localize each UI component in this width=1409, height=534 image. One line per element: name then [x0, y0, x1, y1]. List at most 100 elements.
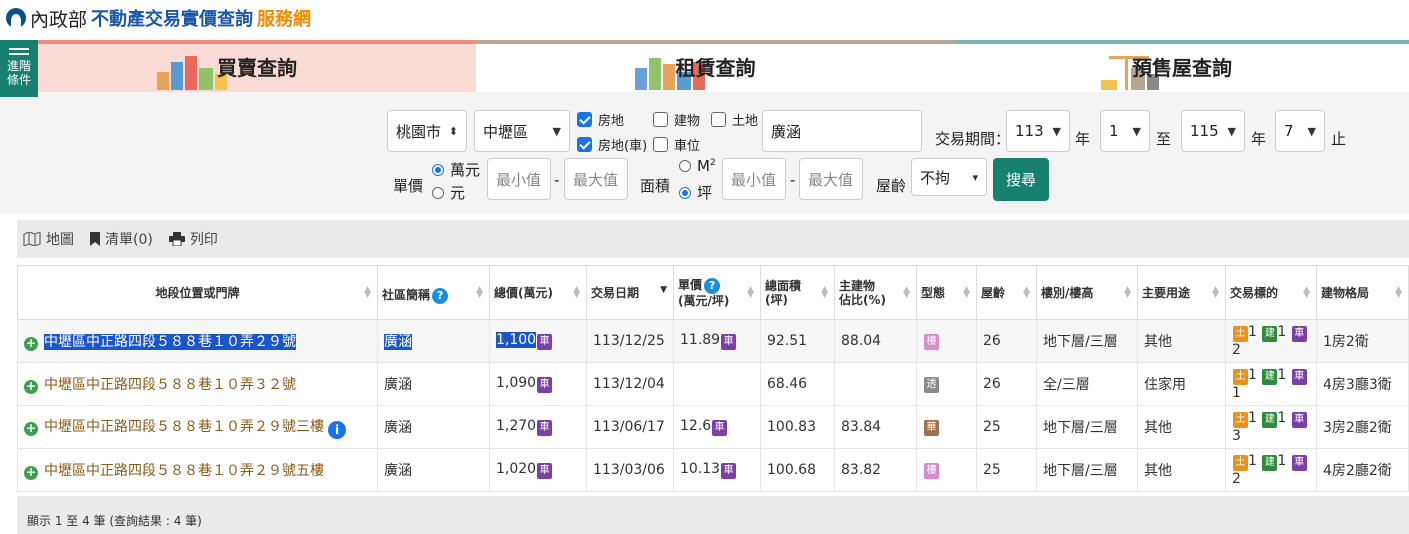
use-cell: 其他: [1137, 405, 1226, 449]
building-type-badge: 透: [924, 377, 939, 393]
floor-cell: 地下層/三層: [1036, 448, 1138, 492]
date-cell: 113/06/17: [586, 405, 674, 449]
from-year-select[interactable]: 113 ▼: [1006, 110, 1070, 152]
target-cell: 土1 建1 車2: [1225, 319, 1317, 363]
checkbox-house-land[interactable]: 房地: [577, 110, 624, 129]
to-year-select[interactable]: 115 ▼: [1181, 110, 1245, 152]
info-icon[interactable]: i: [328, 420, 346, 439]
search-button[interactable]: 搜尋: [993, 158, 1049, 201]
tab-rent[interactable]: 租賃查詢: [476, 40, 955, 92]
table-row[interactable]: + 中壢區中正路四段５８８巷１０弄３２號 廣涵 1,090 車 113/12/04 68.4…: [17, 362, 1409, 406]
printer-icon: [168, 232, 185, 246]
col-floor[interactable]: 樓別/樓高 ▲ ▼: [1036, 265, 1138, 320]
area-cell: 92.51: [760, 319, 835, 363]
price-min-input[interactable]: 最小值: [487, 158, 551, 200]
car-tag-icon: 車: [1291, 326, 1307, 342]
age-cell: 26: [976, 362, 1037, 406]
radio-unit-yuan[interactable]: 元: [432, 182, 465, 203]
results-table: 地段位置或門牌 ▲ ▼ 社區簡稱? ▲ ▼ 總價(萬元) ▲ ▼ 交易日期 ▼ 單價? (萬元/…: [17, 265, 1409, 492]
use-cell: 其他: [1137, 319, 1226, 363]
community-cell: 廣涵: [384, 334, 412, 350]
help-icon[interactable]: ?: [432, 288, 449, 304]
table-row[interactable]: + 中壢區中正路四段５８８巷１０弄２９號三樓 i 廣涵 1,270 車 113/06/17 1…: [17, 405, 1409, 449]
bookmark-icon: [90, 232, 100, 246]
checkbox-parking[interactable]: 車位: [653, 135, 700, 154]
tab-sale[interactable]: 買賣查詢: [38, 40, 476, 92]
site-logo[interactable]: 內政部 不動產交易實價查詢 服務網: [6, 4, 311, 32]
col-type[interactable]: 型態 ▲ ▼: [916, 265, 977, 320]
print-button[interactable]: 列印: [168, 229, 218, 249]
total-price-cell: 1,270: [496, 418, 537, 434]
total-price-cell: 1,020: [496, 461, 537, 477]
from-month-select[interactable]: 1 ▼: [1100, 110, 1150, 152]
layout-cell: 1房2衛: [1316, 319, 1409, 363]
radio-area-m2[interactable]: M2: [679, 157, 716, 175]
date-cell: 113/03/06: [586, 448, 674, 492]
area-cell: 100.68: [760, 448, 835, 492]
checkbox-house-land-car[interactable]: 房地(車): [577, 135, 647, 154]
tab-presale[interactable]: 預售屋查詢: [955, 40, 1409, 92]
unit-price-cell: 11.89 車: [673, 319, 761, 363]
checkbox-land[interactable]: 土地: [711, 110, 758, 129]
community-input[interactable]: 廣涵: [762, 110, 922, 152]
car-tag-icon: 車: [537, 334, 553, 350]
col-age[interactable]: 屋齡 ▲ ▼: [976, 265, 1037, 320]
layout-cell: 4房3廳3衛: [1316, 362, 1409, 406]
community-cell: 廣涵: [384, 420, 412, 436]
expand-icon[interactable]: +: [24, 421, 38, 436]
advanced-filter-button[interactable]: 進階 條件: [0, 40, 38, 97]
area-cell: 68.46: [760, 362, 835, 406]
address-cell[interactable]: + 中壢區中正路四段５８８巷１０弄２９號: [17, 319, 378, 363]
radio-unit-wan[interactable]: 萬元: [432, 159, 480, 180]
land-tag-icon: 土: [1233, 412, 1248, 428]
col-use[interactable]: 主要用途 ▲ ▼: [1137, 265, 1226, 320]
list-button[interactable]: 清單(0): [90, 229, 153, 249]
car-tag-icon: 車: [721, 463, 737, 479]
map-button[interactable]: 地圖: [23, 229, 74, 249]
logo-title: 不動產交易實價查詢: [91, 9, 254, 30]
col-layout[interactable]: 建物格局 ▲ ▼: [1316, 265, 1409, 320]
area-min-input[interactable]: 最小值: [722, 158, 786, 200]
col-unit-price[interactable]: 單價? (萬元/坪) ▲ ▼: [673, 265, 761, 320]
emblem-icon: [6, 8, 26, 28]
radio-area-ping[interactable]: 坪: [679, 182, 712, 203]
col-area[interactable]: 總面積 (坪) ▲ ▼: [760, 265, 835, 320]
help-icon[interactable]: ?: [704, 277, 721, 294]
result-toolbar: 地圖 清單(0) 列印: [17, 220, 1409, 258]
unit-price-cell: 12.6 車: [673, 405, 761, 449]
total-price-cell: 1,100: [496, 332, 537, 348]
table-header-row: 地段位置或門牌 ▲ ▼ 社區簡稱? ▲ ▼ 總價(萬元) ▲ ▼ 交易日期 ▼ 單價? (萬元/…: [17, 265, 1409, 320]
table-row[interactable]: + 中壢區中正路四段５８８巷１０弄２９號 廣涵 1,100 車 113/12/25 11.8…: [17, 319, 1409, 363]
col-address[interactable]: 地段位置或門牌 ▲ ▼: [17, 265, 378, 320]
col-community[interactable]: 社區簡稱? ▲ ▼: [377, 265, 490, 320]
floor-cell: 地下層/三層: [1036, 319, 1138, 363]
car-tag-icon: 車: [712, 420, 728, 436]
expand-icon[interactable]: +: [24, 337, 38, 351]
area-label: 面積: [640, 177, 671, 195]
age-cell: 26: [976, 319, 1037, 363]
city-select[interactable]: 桃園市 ⬍: [387, 110, 467, 152]
col-target[interactable]: 交易標的 ▲ ▼: [1225, 265, 1317, 320]
expand-icon[interactable]: +: [24, 466, 38, 480]
building-type-badge: 華: [924, 420, 939, 436]
checkbox-building[interactable]: 建物: [653, 110, 700, 129]
area-max-input[interactable]: 最大值: [799, 158, 863, 200]
address-cell[interactable]: + 中壢區中正路四段５８８巷１０弄３２號: [17, 362, 378, 406]
price-max-input[interactable]: 最大值: [564, 158, 628, 200]
to-month-select[interactable]: 7 ▼: [1275, 110, 1325, 152]
col-date[interactable]: 交易日期 ▼: [586, 265, 674, 320]
address-cell[interactable]: + 中壢區中正路四段５８８巷１０弄２９號五樓: [17, 448, 378, 492]
age-label: 屋齡: [876, 177, 907, 195]
table-row[interactable]: + 中壢區中正路四段５８８巷１０弄２９號五樓 廣涵 1,020 車 113/03/06 10…: [17, 448, 1409, 492]
building-type-badge: 樓: [924, 334, 939, 350]
layout-cell: 4房2廳2衛: [1316, 448, 1409, 492]
district-select[interactable]: 中壢區 ▼: [474, 110, 570, 152]
search-filter-panel: 桃園市 ⬍ 中壢區 ▼ 房地 建物 土地 房地(車) 車位 廣涵 交易期間： 113…: [0, 92, 1409, 214]
age-select[interactable]: 不拘 ▾: [911, 158, 987, 196]
address-cell[interactable]: + 中壢區中正路四段５８８巷１０弄２９號三樓 i: [17, 405, 378, 449]
land-tag-icon: 土: [1233, 455, 1248, 471]
col-main-ratio[interactable]: 主建物 佔比(%) ▲ ▼: [834, 265, 917, 320]
building-tag-icon: 建: [1262, 412, 1278, 428]
expand-icon[interactable]: +: [24, 380, 38, 394]
col-total[interactable]: 總價(萬元) ▲ ▼: [489, 265, 587, 320]
